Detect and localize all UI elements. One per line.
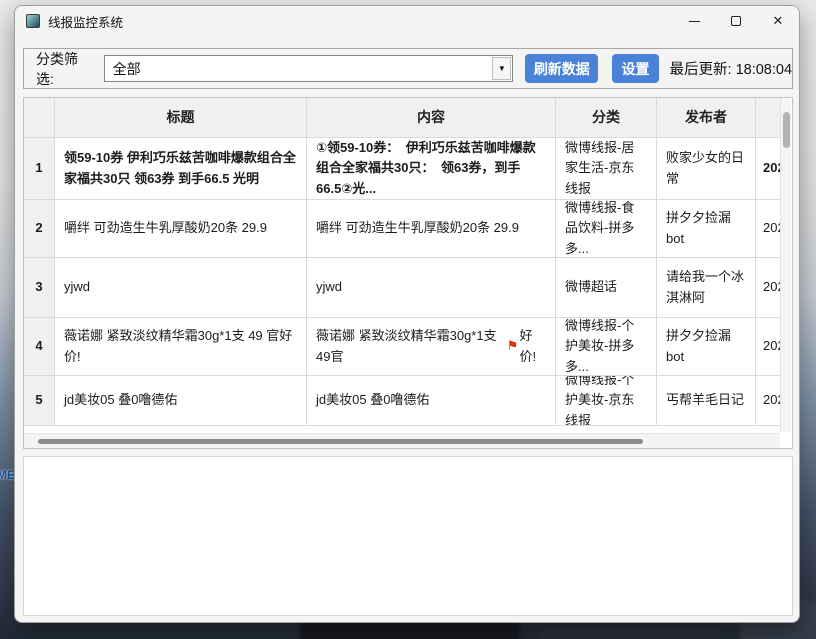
filter-label: 分类筛选:	[36, 49, 94, 89]
maximize-icon	[731, 16, 741, 26]
app-icon	[26, 14, 40, 28]
cell-content[interactable]: yjwd	[307, 258, 556, 318]
col-header-date[interactable]	[756, 98, 782, 138]
col-header-title[interactable]: 标题	[55, 98, 307, 138]
cell-content-text: 好价!	[519, 326, 546, 366]
vertical-scrollbar[interactable]	[780, 99, 791, 432]
horizontal-scrollbar[interactable]	[24, 433, 780, 448]
horizontal-scrollbar-thumb[interactable]	[38, 439, 643, 444]
window-title: 线报监控系统	[48, 12, 123, 31]
app-window: 线报监控系统 ✕ 分类筛选: 全部 ▼ 刷新数据 设置 最后更新: 18:08:…	[14, 5, 800, 623]
row-index[interactable]: 5	[24, 376, 55, 426]
cell-category[interactable]: 微博线报-居家生活-京东线报	[556, 138, 657, 200]
row-index[interactable]: 1	[24, 138, 55, 200]
cell-content[interactable]: 薇诺娜 紧致淡纹精华霜30g*1支 49官⚑好价!	[307, 318, 556, 376]
window-controls: ✕	[673, 6, 799, 36]
cell-publisher[interactable]: 败家少女的日常	[657, 138, 756, 200]
row-index[interactable]: 2	[24, 200, 55, 258]
red-flag-icon: ⚑	[507, 336, 519, 356]
cell-category[interactable]: 微博超话	[556, 258, 657, 318]
desktop-icon-label: ME	[0, 468, 15, 482]
cell-date[interactable]: 202	[756, 200, 782, 258]
cell-date[interactable]: 202	[756, 318, 782, 376]
row-index[interactable]: 4	[24, 318, 55, 376]
cell-category[interactable]: 微博线报-个护美妆-拼多多...	[556, 318, 657, 376]
cell-publisher[interactable]: 丐帮羊毛日记	[657, 376, 756, 426]
maximize-button[interactable]	[715, 6, 757, 36]
minimize-button[interactable]	[673, 6, 715, 36]
category-filter-value: 全部	[105, 59, 493, 79]
cell-title[interactable]: jd美妆05 叠0噜德佑	[55, 376, 307, 426]
toolbar: 分类筛选: 全部 ▼ 刷新数据 设置 最后更新: 18:08:04	[23, 48, 793, 89]
cell-title[interactable]: 薇诺娜 紧致淡纹精华霜30g*1支 49 官好价!	[55, 318, 307, 376]
cell-publisher[interactable]: 拼夕夕捡漏bot	[657, 200, 756, 258]
last-update-text: 最后更新: 18:08:04	[670, 58, 793, 79]
refresh-data-button[interactable]: 刷新数据	[525, 54, 598, 83]
cell-date[interactable]: 202	[756, 258, 782, 318]
detail-panel[interactable]	[23, 456, 793, 616]
col-header-index[interactable]	[24, 98, 55, 138]
table-grid: 标题 内容 分类 发布者 1 领59-10券 伊利巧乐兹苦咖啡爆款组合全家福共3…	[24, 98, 782, 426]
cell-title[interactable]: yjwd	[55, 258, 307, 318]
category-filter-select[interactable]: 全部 ▼	[104, 55, 514, 82]
cell-category[interactable]: 微博线报-个护美妆-京东线报	[556, 376, 657, 426]
cell-publisher[interactable]: 拼夕夕捡漏bot	[657, 318, 756, 376]
close-button[interactable]: ✕	[757, 6, 799, 36]
col-header-category[interactable]: 分类	[556, 98, 657, 138]
row-index[interactable]: 3	[24, 258, 55, 318]
settings-button[interactable]: 设置	[612, 54, 658, 83]
vertical-scrollbar-thumb[interactable]	[783, 112, 790, 148]
cell-date[interactable]: 202	[756, 376, 782, 426]
cell-content[interactable]: jd美妆05 叠0噜德佑	[307, 376, 556, 426]
cell-date[interactable]: 202	[756, 138, 782, 200]
cell-publisher[interactable]: 请给我一个冰淇淋阿	[657, 258, 756, 318]
cell-content[interactable]: 嚼绊 可劲造生牛乳厚酸奶20条 29.9	[307, 200, 556, 258]
col-header-content[interactable]: 内容	[307, 98, 556, 138]
cell-content[interactable]: ①领59-10券： 伊利巧乐兹苦咖啡爆款组合全家福共30只： 领63券，到手66…	[307, 138, 556, 200]
dropdown-arrow-icon[interactable]: ▼	[492, 57, 511, 80]
cell-category[interactable]: 微博线报-食品饮料-拼多多...	[556, 200, 657, 258]
titlebar: 线报监控系统 ✕	[15, 6, 799, 36]
minimize-icon	[689, 21, 700, 22]
cell-title[interactable]: 领59-10券 伊利巧乐兹苦咖啡爆款组合全家福共30只 领63券 到手66.5 …	[55, 138, 307, 200]
col-header-publisher[interactable]: 发布者	[657, 98, 756, 138]
cell-content-text: 薇诺娜 紧致淡纹精华霜30g*1支 49官	[316, 326, 506, 366]
results-table: 标题 内容 分类 发布者 1 领59-10券 伊利巧乐兹苦咖啡爆款组合全家福共3…	[23, 97, 793, 449]
cell-title[interactable]: 嚼绊 可劲造生牛乳厚酸奶20条 29.9	[55, 200, 307, 258]
